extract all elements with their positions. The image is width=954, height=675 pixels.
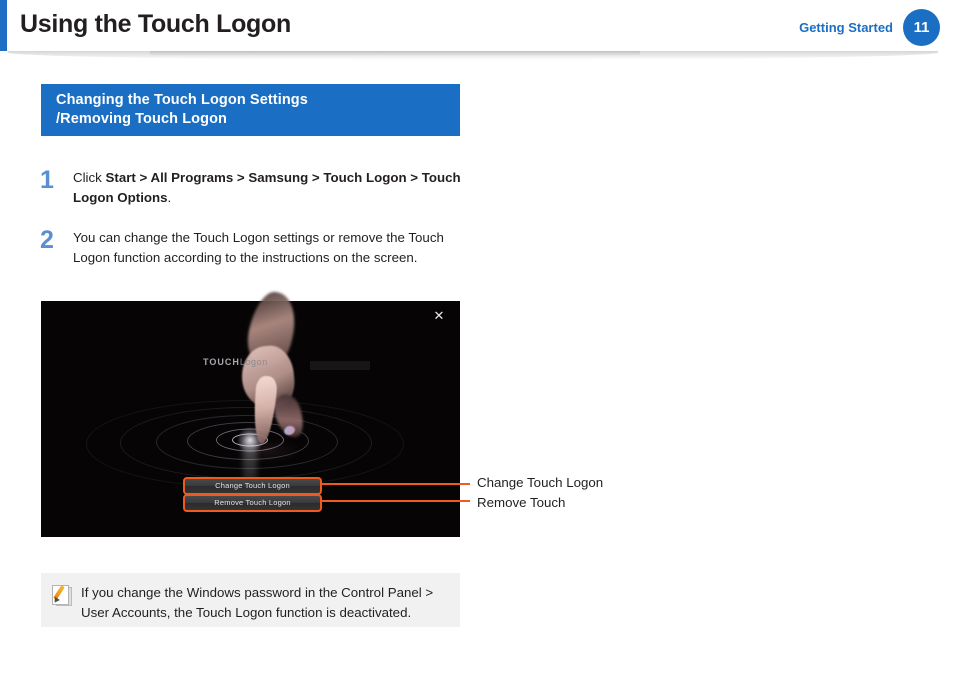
step-text-2: You can change the Touch Logon settings …	[73, 230, 444, 265]
screenshot-faint-bar	[310, 361, 370, 370]
callout-leader-line-1	[322, 483, 470, 485]
callout-label-2: Remove Touch	[477, 495, 566, 510]
step-number-2: 2	[40, 226, 54, 254]
breadcrumb: Getting Started	[799, 20, 893, 35]
step-text-1: Click Start > All Programs > Samsung > T…	[73, 168, 465, 207]
step-number-1: 1	[40, 166, 54, 194]
step-1-prefix: Click	[73, 170, 106, 185]
wordmark-bold: TOUCH	[203, 357, 240, 367]
header-accent-bar	[0, 0, 7, 51]
step-1-suffix: .	[167, 189, 172, 205]
hand-illustration	[232, 288, 309, 448]
page-header: Using the Touch Logon Getting Started 11	[0, 0, 954, 52]
wordmark-light: Logon	[239, 357, 268, 367]
callout-label-1: Change Touch Logon	[477, 475, 604, 490]
page-number-badge: 11	[903, 9, 940, 46]
note-text: If you change the Windows password in th…	[81, 585, 434, 620]
section-heading-line-1: Changing the Touch Logon Settings	[56, 92, 308, 108]
close-icon[interactable]: ✕	[432, 310, 446, 324]
step-1-bold: Start > All Programs > Samsung > Touch L…	[73, 170, 461, 205]
callout-leader-line-2	[322, 500, 470, 502]
section-heading: Changing the Touch Logon Settings /Remov…	[41, 84, 460, 136]
section-heading-line-2: /Removing Touch Logon	[56, 111, 227, 127]
note-pencil-icon	[51, 584, 73, 608]
remove-touch-logon-button[interactable]: Remove Touch Logon	[183, 494, 322, 512]
step-item-2: 2 You can change the Touch Logon setting…	[40, 228, 465, 267]
change-touch-logon-button[interactable]: Change Touch Logon	[183, 477, 322, 495]
header-meta: Getting Started 11	[799, 9, 940, 46]
step-item-1: 1 Click Start > All Programs > Samsung >…	[40, 168, 465, 207]
note-box: If you change the Windows password in th…	[41, 573, 460, 627]
header-divider-shadow-inner	[150, 51, 640, 56]
touch-logon-wordmark: TOUCHLogon	[203, 357, 268, 367]
page-title: Using the Touch Logon	[20, 10, 291, 38]
